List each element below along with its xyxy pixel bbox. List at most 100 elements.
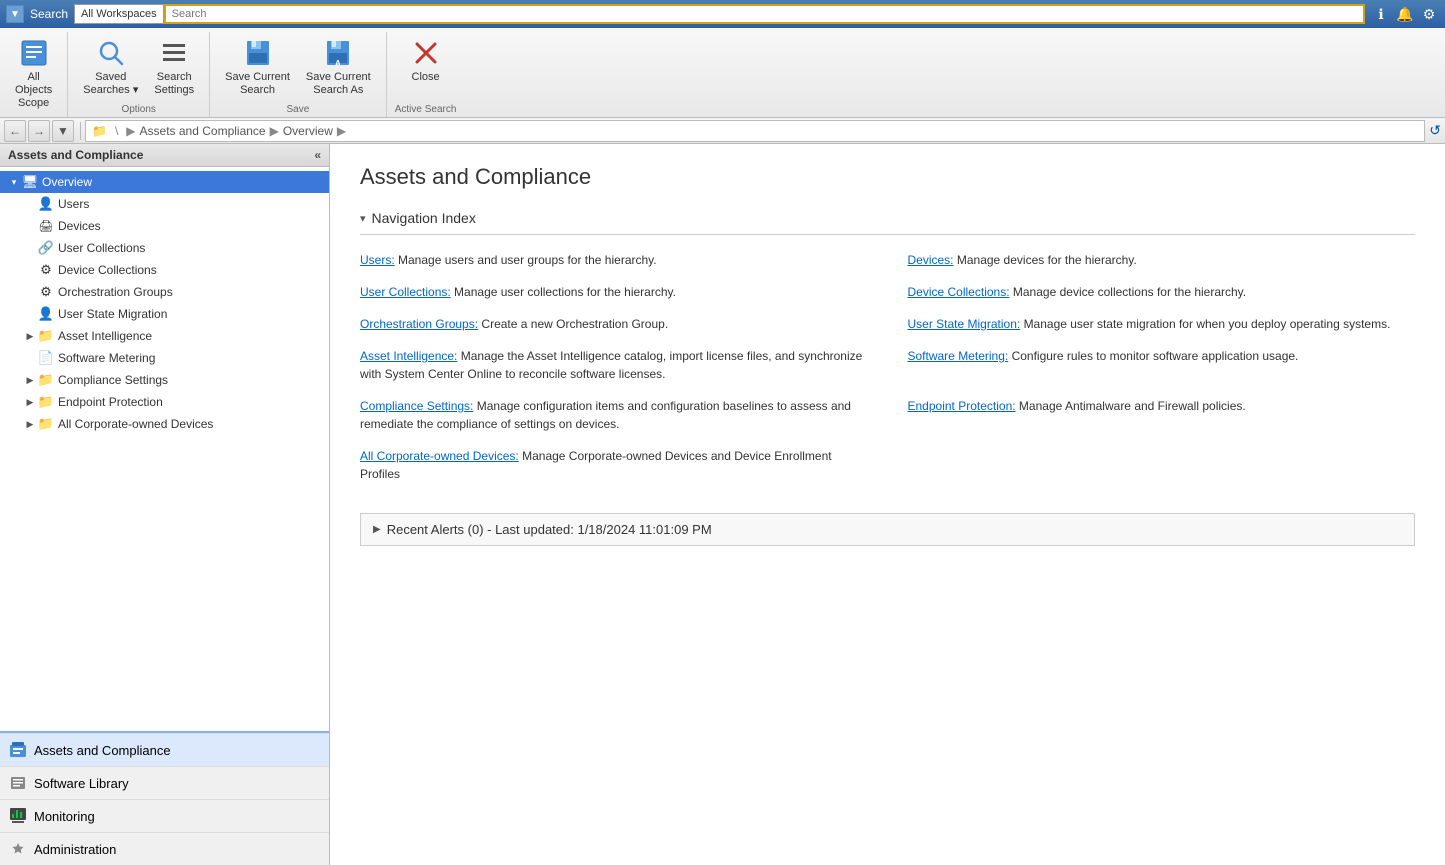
sidebar-item-compliance-settings[interactable]: ▶ 📁 Compliance Settings <box>0 369 329 391</box>
sidebar-item-label-overview: Overview <box>42 175 92 189</box>
nav-item-administration[interactable]: Administration <box>0 832 329 865</box>
refresh-button[interactable]: ↺ <box>1429 122 1441 139</box>
sidebar-item-user-collections[interactable]: ▶ 🔗 User Collections <box>0 237 329 259</box>
sidebar-item-overview[interactable]: ▾ 🖥 Overview <box>0 171 329 193</box>
nav-link-device-collections[interactable]: Device Collections: <box>908 285 1010 299</box>
endpoint-icon: 📁 <box>38 394 54 410</box>
expand-icon-corporate: ▶ <box>24 418 36 430</box>
ribbon-group-active-search: Close Active Search <box>387 32 465 117</box>
active-search-group-label: Active Search <box>395 104 457 117</box>
sidebar-item-devices[interactable]: ▶ 🖨 Devices <box>0 215 329 237</box>
nav-desc-orchestration: Create a new Orchestration Group. <box>481 317 668 331</box>
nav-link-user-collections[interactable]: User Collections: <box>360 285 451 299</box>
nav-item-monitoring[interactable]: Monitoring <box>0 799 329 832</box>
nav-link-orchestration[interactable]: Orchestration Groups: <box>360 317 478 331</box>
forward-button[interactable]: → <box>28 120 50 142</box>
back-button[interactable]: ← <box>4 120 26 142</box>
content-title: Assets and Compliance <box>360 164 1415 190</box>
search-input[interactable] <box>164 4 1365 24</box>
sidebar-item-device-collections[interactable]: ▶ ⚙ Device Collections <box>0 259 329 281</box>
nav-link-compliance[interactable]: Compliance Settings: <box>360 399 473 413</box>
nav-desc-software-metering: Configure rules to monitor software appl… <box>1012 349 1299 363</box>
nav-index-toggle[interactable]: ▾ <box>360 212 366 225</box>
sidebar-item-endpoint-protection[interactable]: ▶ 📁 Endpoint Protection <box>0 391 329 413</box>
close-active-search-button[interactable]: Close <box>401 32 451 89</box>
sidebar-item-label-endpoint: Endpoint Protection <box>58 395 163 409</box>
nav-link-asset-intelligence[interactable]: Asset Intelligence: <box>360 349 457 363</box>
breadcrumb-overview[interactable]: Overview <box>283 124 333 138</box>
nav-link-corporate[interactable]: All Corporate-owned Devices: <box>360 449 519 463</box>
alerts-toggle[interactable]: ▶ <box>373 524 381 535</box>
main-layout: Assets and Compliance « ▾ 🖥 Overview ▶ 👤… <box>0 144 1445 865</box>
nav-item-users: Users: Manage users and user groups for … <box>360 251 868 269</box>
title-bar: ▼ Search All Workspaces ℹ 🔔 ⚙ <box>0 0 1445 28</box>
expand-icon-asset: ▶ <box>24 330 36 342</box>
device-collections-icon: ⚙ <box>38 262 54 278</box>
sidebar-item-label-corporate: All Corporate-owned Devices <box>58 417 213 431</box>
settings-icon[interactable]: ⚙ <box>1419 4 1439 24</box>
sidebar-item-users[interactable]: ▶ 👤 Users <box>0 193 329 215</box>
nav-item-compliance-settings: Compliance Settings: Manage configuratio… <box>360 397 868 433</box>
breadcrumb: 📁 \ ▶ Assets and Compliance ▶ Overview ▶ <box>85 120 1425 142</box>
sidebar: Assets and Compliance « ▾ 🖥 Overview ▶ 👤… <box>0 144 330 865</box>
nav-item-asset-intelligence: Asset Intelligence: Manage the Asset Int… <box>360 347 868 383</box>
sidebar-item-asset-intelligence[interactable]: ▶ 📁 Asset Intelligence <box>0 325 329 347</box>
sidebar-item-label-asset: Asset Intelligence <box>58 329 152 343</box>
nav-item-assets-compliance[interactable]: Assets and Compliance <box>0 733 329 766</box>
help-icon[interactable]: ℹ <box>1371 4 1391 24</box>
save-current-search-as-icon: A <box>322 37 354 69</box>
workspace-selector[interactable]: All Workspaces <box>74 4 164 24</box>
search-settings-button[interactable]: SearchSettings <box>147 32 201 102</box>
nav-link-devices[interactable]: Devices: <box>908 253 954 267</box>
notification-icon[interactable]: 🔔 <box>1395 4 1415 24</box>
search-label: Search <box>30 7 68 21</box>
sidebar-item-label-compliance: Compliance Settings <box>58 373 168 387</box>
nav-link-software-metering[interactable]: Software Metering: <box>908 349 1009 363</box>
save-current-search-label: Save CurrentSearch <box>225 71 290 97</box>
nav-link-users[interactable]: Users: <box>360 253 395 267</box>
monitoring-nav-icon <box>8 806 28 826</box>
app-icon: ▼ <box>6 5 24 23</box>
alerts-label: Recent Alerts (0) - Last updated: 1/18/2… <box>387 522 712 537</box>
save-current-search-icon <box>242 37 274 69</box>
sidebar-header: Assets and Compliance « <box>0 144 329 167</box>
software-library-nav-icon <box>8 773 28 793</box>
nav-index-divider <box>360 234 1415 235</box>
title-bar-icons: ℹ 🔔 ⚙ <box>1371 4 1439 24</box>
compliance-icon: 📁 <box>38 372 54 388</box>
nav-item-software-library[interactable]: Software Library <box>0 766 329 799</box>
sidebar-item-orchestration-groups[interactable]: ▶ ⚙ Orchestration Groups <box>0 281 329 303</box>
save-current-search-button[interactable]: Save CurrentSearch <box>218 32 297 102</box>
all-objects-scope-label: AllObjectsScope <box>15 71 52 111</box>
close-active-search-label: Close <box>412 71 440 84</box>
administration-nav-icon <box>8 839 28 859</box>
nav-desc-users: Manage users and user groups for the hie… <box>398 253 657 267</box>
nav-link-user-state[interactable]: User State Migration: <box>908 317 1021 331</box>
nav-label-monitoring: Monitoring <box>34 809 95 824</box>
options-group-label: Options <box>121 104 155 117</box>
breadcrumb-assets-compliance[interactable]: Assets and Compliance <box>140 124 266 138</box>
sidebar-item-label-software-metering: Software Metering <box>58 351 155 365</box>
nav-label-software-library: Software Library <box>34 776 129 791</box>
users-icon: 👤 <box>38 196 54 212</box>
overview-icon: 🖥 <box>22 174 38 190</box>
save-current-search-as-button[interactable]: A Save CurrentSearch As <box>299 32 378 102</box>
nav-label-administration: Administration <box>34 842 116 857</box>
nav-link-endpoint[interactable]: Endpoint Protection: <box>908 399 1016 413</box>
sidebar-item-corporate-devices[interactable]: ▶ 📁 All Corporate-owned Devices <box>0 413 329 435</box>
corporate-icon: 📁 <box>38 416 54 432</box>
save-group-label: Save <box>287 104 310 117</box>
nav-item-user-collections: User Collections: Manage user collection… <box>360 283 868 301</box>
user-collections-icon: 🔗 <box>38 240 54 256</box>
sidebar-item-user-state-migration[interactable]: ▶ 👤 User State Migration <box>0 303 329 325</box>
nav-desc-user-collections: Manage user collections for the hierarch… <box>454 285 676 299</box>
devices-icon: 🖨 <box>38 218 54 234</box>
saved-searches-button[interactable]: SavedSearches ▾ <box>76 32 145 102</box>
sidebar-collapse-button[interactable]: « <box>314 148 321 162</box>
nav-menu-button[interactable]: ▼ <box>52 120 74 142</box>
ribbon: AllObjectsScope SavedSearches ▾ <box>0 28 1445 118</box>
sidebar-item-software-metering[interactable]: ▶ 📄 Software Metering <box>0 347 329 369</box>
sidebar-item-label-users: Users <box>58 197 89 211</box>
search-settings-icon <box>158 37 190 69</box>
all-objects-scope-button[interactable]: AllObjectsScope <box>8 32 59 116</box>
